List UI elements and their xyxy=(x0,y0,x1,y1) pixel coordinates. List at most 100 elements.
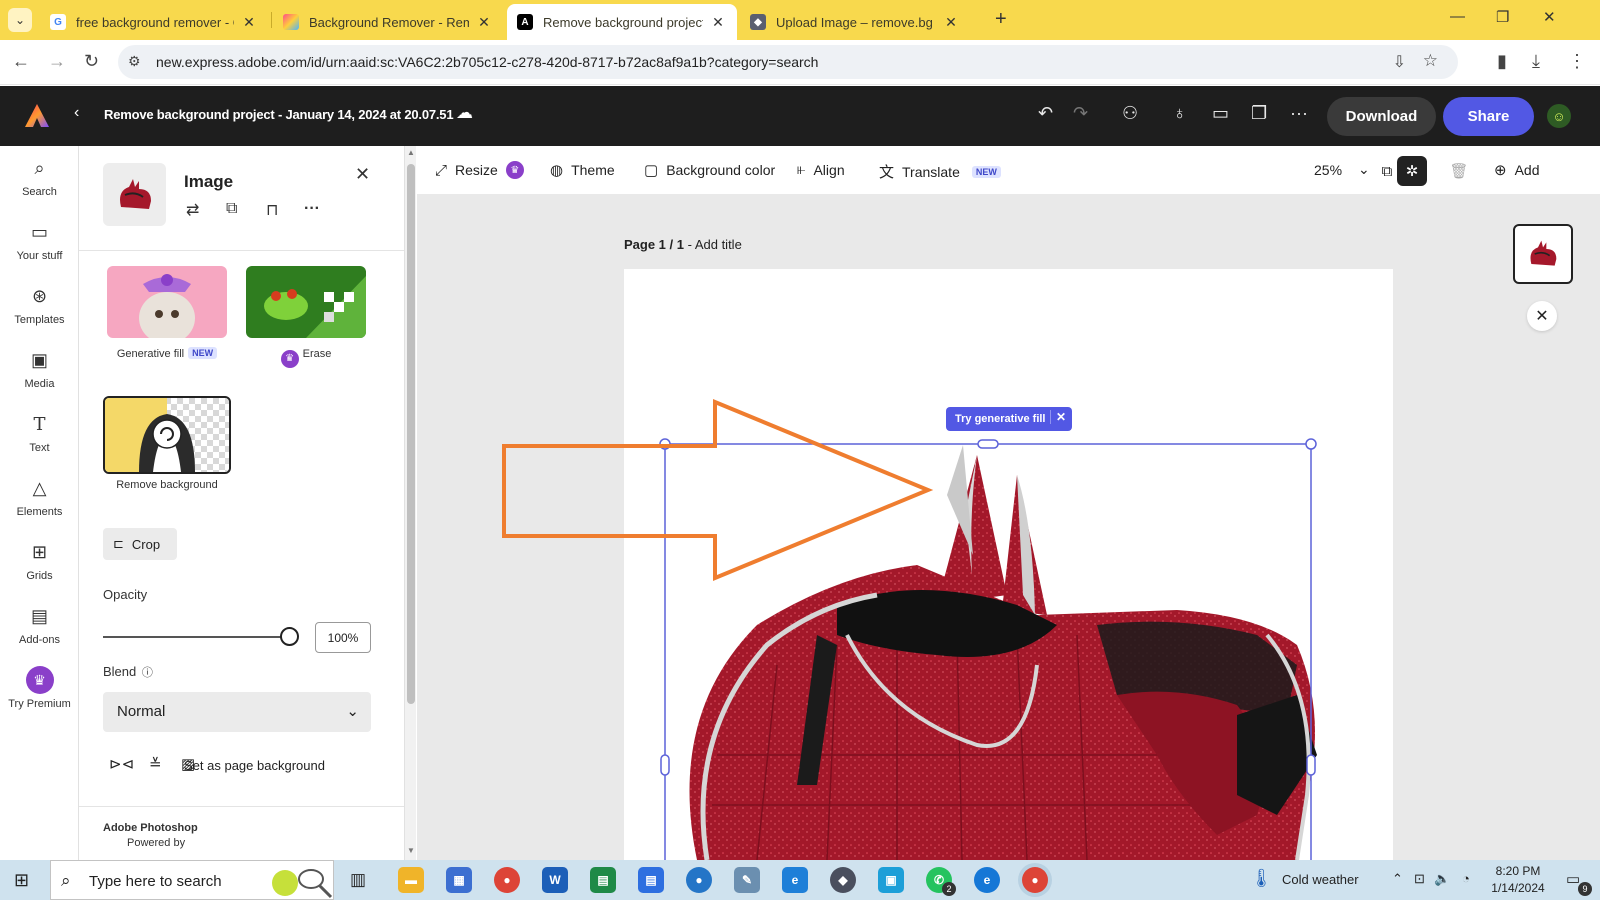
cloud-saved-icon[interactable]: ☁ xyxy=(456,103,473,123)
rail-item-templates[interactable]: ⊛ Templates xyxy=(0,286,79,326)
invite-person-icon[interactable]: ⚇ xyxy=(1122,103,1138,124)
restore-icon[interactable]: ❐ xyxy=(1496,8,1509,26)
flip-horizontal-icon[interactable]: ⊳⊲ xyxy=(109,755,134,773)
add-page-button[interactable]: ⊕ Add xyxy=(1494,161,1540,179)
app-icon[interactable]: ◆ xyxy=(830,867,856,893)
side-panel-icon[interactable]: ▮ xyxy=(1497,51,1507,72)
rail-item-media[interactable]: ▣ Media xyxy=(0,350,79,390)
forward-icon[interactable]: → xyxy=(48,51,66,72)
document-title[interactable]: Remove background project - January 14, … xyxy=(104,107,454,122)
app-icon[interactable]: e xyxy=(782,867,808,893)
chrome-active-icon[interactable]: ● xyxy=(1022,867,1048,893)
duplicate-icon[interactable]: ⧉ xyxy=(226,200,237,218)
weather-text[interactable]: Cold weather xyxy=(1282,872,1359,887)
url-omnibox[interactable]: ⚙ new.express.adobe.com/id/urn:aaid:sc:V… xyxy=(118,45,1458,79)
weather-icon[interactable]: 🌡 xyxy=(1250,868,1273,889)
windows-start-icon[interactable]: ⊞ xyxy=(14,870,29,891)
page-thumbnail[interactable] xyxy=(1513,224,1573,284)
present-icon[interactable]: ❐ xyxy=(1251,103,1267,124)
generative-fill-card[interactable] xyxy=(107,266,227,338)
translate-button[interactable]: 文 Translate NEW xyxy=(879,161,1001,182)
chevron-up-icon[interactable]: ⌃ xyxy=(1392,871,1403,887)
browser-tab[interactable]: G free background remover - Goo ✕ xyxy=(40,4,268,40)
zoom-select[interactable]: 25% ⌄ xyxy=(1314,161,1370,178)
network-icon[interactable]: ⊡ xyxy=(1414,871,1425,887)
close-tab-icon[interactable]: ✕ xyxy=(475,14,493,31)
info-icon[interactable]: ⓘ xyxy=(142,667,153,679)
file-explorer-icon[interactable]: ▬ xyxy=(398,867,424,893)
crop-button[interactable]: ⊏ Crop xyxy=(103,528,177,560)
docs-icon[interactable]: ▤ xyxy=(638,867,664,893)
close-pages-icon[interactable]: ✕ xyxy=(1527,301,1557,331)
clock-time[interactable]: 8:20 PM xyxy=(1490,864,1546,878)
opacity-slider-track[interactable] xyxy=(103,636,291,638)
more-options-icon[interactable]: ··· xyxy=(1290,103,1308,124)
rail-item-elements[interactable]: △ Elements xyxy=(0,478,79,518)
undo-icon[interactable]: ↶ xyxy=(1038,103,1053,124)
redo-icon[interactable]: ↷ xyxy=(1073,103,1088,124)
delete-icon[interactable]: 🗑 xyxy=(1444,156,1474,186)
flip-vertical-icon[interactable]: ≚ xyxy=(149,755,162,773)
blend-mode-select[interactable]: Normal ⌄ xyxy=(103,692,371,732)
resize-button[interactable]: ⤢ Resize ♛ xyxy=(435,161,524,179)
close-tab-icon[interactable]: ✕ xyxy=(709,14,727,31)
opacity-input[interactable]: 100% xyxy=(315,622,371,653)
rail-item-grids[interactable]: ⊞ Grids xyxy=(0,542,79,582)
more-options-icon[interactable]: ··· xyxy=(304,200,320,218)
close-window-icon[interactable]: ✕ xyxy=(1543,8,1556,26)
browser-tab[interactable]: Background Remover - Remove ✕ xyxy=(273,4,503,40)
install-app-icon[interactable]: ⇩ xyxy=(1393,52,1406,72)
scrollbar-thumb[interactable] xyxy=(407,164,415,704)
task-view-icon[interactable]: ▥ xyxy=(350,870,366,890)
remove-background-card[interactable] xyxy=(103,396,231,474)
app-icon[interactable]: ✎ xyxy=(734,867,760,893)
download-button[interactable]: Download xyxy=(1327,97,1436,136)
rail-item-your-stuff[interactable]: ▭ Your stuff xyxy=(0,222,79,262)
clock-date[interactable]: 1/14/2024 xyxy=(1487,881,1549,895)
replace-image-icon[interactable]: ⇄ xyxy=(186,200,199,220)
extensions-icon[interactable]: ⤓ xyxy=(1532,51,1540,72)
tab-search-menu-icon[interactable]: ⌄ xyxy=(8,8,32,32)
edge-icon[interactable]: e xyxy=(974,867,1000,893)
sheets-icon[interactable]: ▤ xyxy=(590,867,616,893)
reload-icon[interactable]: ↻ xyxy=(84,51,99,72)
rail-item-addons[interactable]: ▤ Add-ons xyxy=(0,606,79,646)
opacity-slider-handle[interactable] xyxy=(280,627,299,646)
back-chevron-icon[interactable]: ‹ xyxy=(74,104,79,122)
lightbulb-icon[interactable]: ♁ xyxy=(1173,103,1187,124)
align-button[interactable]: ⫦ Align xyxy=(797,161,845,178)
bookmark-star-icon[interactable]: ☆ xyxy=(1423,51,1438,71)
close-tab-icon[interactable]: ✕ xyxy=(240,14,258,31)
close-panel-icon[interactable]: ✕ xyxy=(355,164,370,185)
back-icon[interactable]: ← xyxy=(12,51,30,72)
minimize-icon[interactable]: — xyxy=(1450,8,1465,25)
app-icon[interactable]: ▣ xyxy=(878,867,904,893)
theme-button[interactable]: ◍ Theme xyxy=(550,161,615,179)
rail-item-search[interactable]: ⌕ Search xyxy=(0,158,79,198)
scroll-down-icon[interactable]: ▼ xyxy=(407,846,415,855)
animate-icon[interactable]: ✲ xyxy=(1397,156,1427,186)
try-generative-fill-button[interactable]: Try generative fill ✕ xyxy=(946,407,1072,431)
set-as-page-background-button[interactable]: Set as page background xyxy=(184,758,325,773)
app-icon[interactable]: ● xyxy=(686,867,712,893)
close-tab-icon[interactable]: ✕ xyxy=(942,14,960,31)
background-color-button[interactable]: ▢ Background color xyxy=(644,161,775,179)
vpn-app-icon[interactable]: W xyxy=(542,867,568,893)
browser-tab-active[interactable]: A Remove background project - A ✕ xyxy=(507,4,737,40)
panel-scrollbar[interactable]: ▲ ▼ xyxy=(404,146,416,860)
lock-icon[interactable]: ⊓ xyxy=(266,200,278,220)
rail-item-try-premium[interactable]: ♛ Try Premium xyxy=(0,666,79,710)
adobe-express-logo-icon[interactable] xyxy=(24,103,50,129)
site-info-icon[interactable]: ⚙ xyxy=(128,53,141,70)
taskbar-search-input[interactable]: ⌕ Type here to search xyxy=(50,860,334,900)
url-text[interactable]: new.express.adobe.com/id/urn:aaid:sc:VA6… xyxy=(156,54,818,70)
chrome-icon[interactable]: ● xyxy=(494,867,520,893)
wifi-icon[interactable]: ◔ xyxy=(1462,871,1470,886)
browser-menu-icon[interactable]: ⋮ xyxy=(1568,51,1586,72)
browser-tab[interactable]: ◆ Upload Image – remove.bg ✕ xyxy=(740,4,970,40)
product-image[interactable] xyxy=(689,445,1318,860)
new-tab-icon[interactable]: + xyxy=(995,8,1007,31)
volume-icon[interactable]: 🔈 xyxy=(1434,871,1450,887)
close-icon[interactable]: ✕ xyxy=(1049,410,1066,424)
rail-item-text[interactable]: T Text xyxy=(0,414,79,454)
